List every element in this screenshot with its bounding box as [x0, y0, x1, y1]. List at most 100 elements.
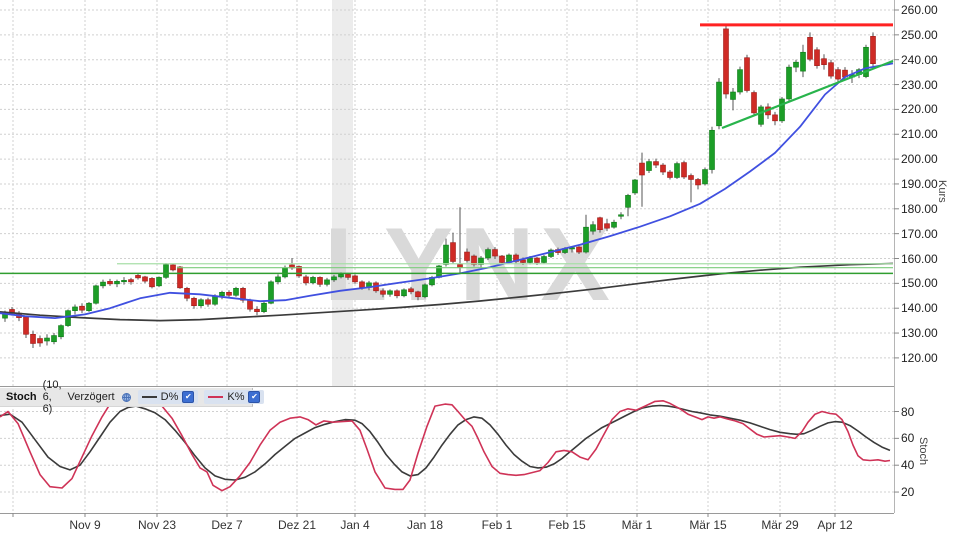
candle-down — [681, 162, 687, 178]
candle-down — [352, 275, 358, 283]
chart-window: LYNX Stoch (10, 6, 6) Verzögert D% ✔ K% … — [0, 0, 960, 540]
candle-up — [331, 276, 337, 281]
legend-series-d: D% ✔ — [137, 390, 199, 404]
candle-down — [807, 37, 813, 60]
candle-up — [590, 224, 596, 232]
k-series-label: K% — [227, 391, 245, 403]
candle-down — [37, 338, 43, 344]
candle-down — [828, 62, 834, 77]
price-tick-label: 220.00 — [901, 102, 938, 117]
candle-down — [177, 266, 183, 289]
candle-up — [310, 277, 316, 284]
candle-down — [660, 164, 666, 173]
candle-up — [730, 91, 736, 100]
candle-down — [394, 290, 400, 297]
price-tick-label: 150.00 — [901, 276, 938, 291]
candle-down — [380, 290, 386, 295]
candle-down — [723, 28, 729, 95]
candle-down — [254, 308, 260, 312]
candle-up — [541, 256, 547, 263]
candle-down — [205, 299, 211, 305]
candle-up — [44, 337, 50, 342]
candle-down — [247, 299, 253, 310]
candle-up — [282, 267, 288, 278]
price-tick-label: 170.00 — [901, 226, 938, 241]
stoch-d-line — [0, 404, 891, 481]
candle-down — [317, 277, 323, 285]
candle-up — [786, 66, 792, 100]
k-checkbox-checked-icon[interactable]: ✔ — [248, 391, 261, 403]
candle-down — [128, 279, 134, 283]
date-label: Mär 15 — [689, 518, 727, 532]
candle-down — [814, 49, 820, 66]
indicator-params: (10, 6, 6) — [42, 379, 62, 415]
indicator-name: Stoch — [6, 391, 37, 403]
candle-down — [821, 58, 827, 65]
candle-up — [387, 290, 393, 295]
candle-down — [653, 161, 659, 166]
candle-down — [695, 179, 701, 186]
candle-up — [485, 249, 491, 259]
candle-down — [415, 291, 421, 298]
date-label: Mär 1 — [621, 518, 653, 532]
candle-down — [667, 171, 673, 178]
candle-up — [709, 129, 715, 170]
chart-svg: LYNX — [0, 0, 899, 517]
date-label: Dez 7 — [211, 518, 243, 532]
price-tick-label: 130.00 — [901, 326, 938, 341]
candle-up — [758, 106, 764, 125]
candle-up — [702, 169, 708, 185]
price-tick-label: 240.00 — [901, 52, 938, 67]
candle-up — [156, 277, 162, 287]
candle-up — [800, 51, 806, 72]
candle-down — [359, 281, 365, 288]
candle-up — [121, 280, 127, 283]
stoch-tick-label: 20 — [901, 485, 915, 500]
candle-down — [499, 255, 505, 263]
candle-down — [520, 259, 526, 263]
k-line-swatch — [208, 396, 224, 398]
candle-up — [674, 163, 680, 178]
price-tick-label: 190.00 — [901, 176, 938, 191]
candle-up — [324, 279, 330, 285]
legend-series-k: K% ✔ — [204, 390, 265, 404]
candle-up — [51, 335, 57, 343]
candle-up — [611, 221, 617, 228]
candle-up — [625, 195, 631, 208]
candle-up — [632, 179, 638, 194]
candle-down — [226, 291, 232, 296]
candle-down — [107, 281, 113, 285]
candle-up — [93, 285, 99, 304]
d-checkbox-checked-icon[interactable]: ✔ — [182, 391, 195, 403]
price-tick-label: 160.00 — [901, 251, 938, 266]
candle-up — [163, 264, 169, 278]
price-tick-label: 260.00 — [901, 3, 938, 17]
d-series-label: D% — [160, 391, 179, 403]
candle-down — [492, 249, 498, 257]
candle-down — [576, 246, 582, 253]
candle-down — [688, 175, 694, 180]
indicator-mode: Verzögert — [67, 391, 115, 403]
price-tick-label: 250.00 — [901, 27, 938, 42]
candle-up — [583, 226, 589, 253]
date-label: Feb 15 — [548, 518, 586, 532]
price-tick-label: 120.00 — [901, 350, 938, 365]
candle-down — [345, 274, 351, 278]
candle-up — [443, 244, 449, 265]
candle-down — [751, 92, 757, 114]
candle-up — [793, 61, 799, 68]
candle-up — [86, 302, 92, 311]
date-label: Mär 29 — [761, 518, 799, 532]
holiday-band — [332, 0, 353, 386]
candle-down — [835, 69, 841, 80]
stoch-legend-bar: Stoch (10, 6, 6) Verzögert D% ✔ K% ✔ — [0, 379, 265, 415]
stoch-tick-label: 60 — [901, 431, 915, 446]
candle-down — [450, 242, 456, 262]
settings-icon[interactable] — [121, 392, 132, 403]
date-label: Nov 23 — [137, 518, 177, 532]
price-tick-label: 210.00 — [901, 127, 938, 142]
date-label: Jan 4 — [340, 518, 370, 532]
candle-down — [597, 217, 603, 230]
date-label: Jan 18 — [406, 518, 444, 532]
candle-up — [72, 306, 78, 311]
